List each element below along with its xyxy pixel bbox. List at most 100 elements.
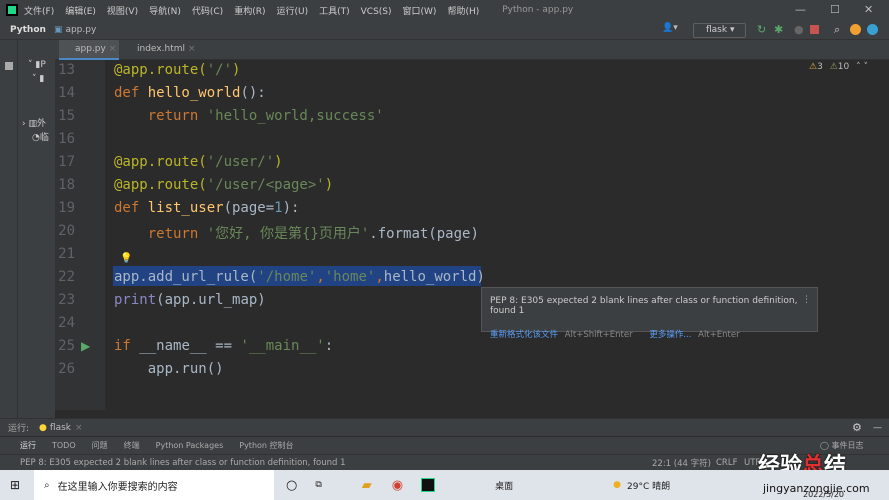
code-line[interactable]: @app.route('/user/<page>'): [114, 177, 333, 193]
desktop-toolbar[interactable]: 桌面: [495, 479, 513, 492]
line-number: 26: [58, 361, 75, 377]
code-token: @app.route(: [114, 177, 207, 193]
code-line[interactable]: return '您好, 你是第{}页用户'.format(page): [114, 223, 479, 243]
tree-item[interactable]: ˅ ▮: [32, 74, 44, 84]
menu-item[interactable]: 窗口(W): [403, 7, 437, 17]
menu-item[interactable]: 视图(V): [107, 7, 138, 17]
status-message: PEP 8: E305 expected 2 blank lines after…: [20, 457, 346, 468]
bottom-tab[interactable]: 问题: [92, 440, 108, 451]
inspection-widget[interactable]: ⚠3 ⚠10 ˄ ˅: [809, 62, 868, 72]
user-icon[interactable]: 👤▾: [662, 23, 678, 38]
taskbar-search[interactable]: ⌕ 在这里输入你要搜索的内容: [34, 470, 274, 500]
more-actions-link[interactable]: 更多操作...: [649, 330, 691, 340]
maximize-button[interactable]: ☐: [830, 3, 840, 16]
minimize-button[interactable]: —: [795, 3, 806, 16]
menu-item[interactable]: 帮助(H): [447, 7, 479, 17]
tooltip-message: PEP 8: E305 expected 2 blank lines after…: [490, 296, 798, 316]
tab-index-html[interactable]: index.html ×: [121, 40, 199, 60]
update-icon[interactable]: [850, 24, 861, 35]
lightbulb-icon[interactable]: 💡: [120, 253, 132, 264]
rerun-icon[interactable]: ↻: [757, 23, 766, 38]
line-number: 21: [58, 246, 75, 262]
code-token: (page=: [223, 200, 275, 216]
code-line[interactable]: if __name__ == '__main__':: [114, 338, 333, 354]
menu-bar: 文件(F) 编辑(E) 视图(V) 导航(N) 代码(C) 重构(R) 运行(U) 工具(T)…: [24, 4, 490, 17]
tree-item[interactable]: › ▥外: [22, 116, 46, 129]
code-token: return: [114, 108, 207, 124]
code-token: '/home': [257, 269, 317, 285]
code-token: list_user: [147, 200, 224, 216]
bottom-tab[interactable]: Python 控制台: [239, 440, 293, 451]
code-token: app.add_url_rule(: [114, 269, 258, 285]
coverage-icon[interactable]: ●: [794, 23, 804, 38]
menu-item[interactable]: VCS(S): [361, 7, 392, 17]
code-token: hello_world): [383, 269, 485, 285]
code-line[interactable]: def hello_world():: [114, 85, 266, 101]
code-token: 1: [274, 200, 283, 216]
code-token: @app.route(: [114, 154, 207, 170]
project-tool-icon[interactable]: [5, 62, 13, 70]
bottom-tab[interactable]: 运行: [20, 440, 36, 451]
code-token: if: [114, 338, 140, 354]
run-tab-flask[interactable]: flask: [50, 423, 71, 433]
code-token: ,: [316, 269, 325, 285]
line-number: 22: [58, 269, 75, 285]
menu-item[interactable]: 重构(R): [234, 7, 265, 17]
pycharm-taskbar-icon[interactable]: [421, 478, 436, 492]
menu-item[interactable]: 文件(F): [24, 7, 54, 17]
menu-item[interactable]: 代码(C): [192, 7, 223, 17]
tool-window-strip: [0, 40, 18, 418]
code-token: ): [232, 62, 241, 78]
breadcrumb-project[interactable]: Python: [10, 25, 46, 35]
menu-item[interactable]: 运行(U): [276, 7, 308, 17]
inspection-tooltip: PEP 8: E305 expected 2 blank lines after…: [481, 287, 818, 340]
code-token: ):: [282, 200, 300, 216]
bottom-tab[interactable]: TODO: [52, 441, 76, 450]
menu-item[interactable]: 编辑(E): [65, 7, 96, 17]
cortana-icon[interactable]: ○: [286, 478, 297, 493]
menu-item[interactable]: 导航(N): [149, 7, 181, 17]
bottom-tab[interactable]: Python Packages: [156, 441, 224, 450]
breadcrumb-file[interactable]: app.py: [65, 25, 96, 35]
line-separator[interactable]: CRLF: [716, 458, 737, 468]
tab-app-py[interactable]: app.py ×: [59, 40, 119, 60]
taskbar: ⊞ ⌕ 在这里输入你要搜索的内容 ○ ⧉ ▰ ◉ 桌面 ● 29°C 晴朗 jin…: [0, 470, 889, 500]
line-number-gutter: 13 14 15 16 17 18 19 20 21 22 23 24 25 26: [55, 60, 105, 410]
clock-date[interactable]: 2022/5/20: [803, 490, 844, 499]
pycharm-logo-icon: [6, 4, 18, 16]
code-token: hello_world: [147, 85, 241, 101]
more-options-icon[interactable]: ⋮: [802, 295, 811, 305]
debug-icon[interactable]: ✱: [774, 23, 783, 38]
settings-icon[interactable]: ⚙: [852, 421, 862, 434]
code-line[interactable]: app.run(): [114, 361, 224, 377]
code-token: return: [114, 226, 207, 242]
code-line[interactable]: print(app.url_map): [114, 292, 266, 308]
caret-position[interactable]: 22:1 (44 字符): [652, 457, 711, 469]
code-line[interactable]: return 'hello_world,success': [114, 108, 384, 124]
hide-icon[interactable]: —: [873, 423, 882, 433]
file-explorer-icon[interactable]: ▰: [362, 478, 372, 493]
weather-text[interactable]: 29°C 晴朗: [627, 479, 670, 492]
run-gutter-icon[interactable]: ▶: [81, 339, 90, 353]
run-config-dropdown[interactable]: flask ▾: [693, 23, 746, 38]
search-icon[interactable]: ⌕: [834, 23, 840, 38]
code-line[interactable]: @app.route('/'): [114, 62, 240, 78]
bottom-tab[interactable]: 终端: [124, 440, 140, 451]
close-button[interactable]: ✕: [864, 3, 873, 16]
code-line[interactable]: def list_user(page=1):: [114, 200, 299, 216]
windows-start-icon[interactable]: ⊞: [10, 478, 20, 492]
tree-item[interactable]: ◔临: [32, 130, 49, 143]
jetbrains-icon[interactable]: [867, 24, 878, 35]
code-line[interactable]: @app.route('/user/'): [114, 154, 283, 170]
task-view-icon[interactable]: ⧉: [315, 480, 321, 490]
chrome-icon[interactable]: ◉: [392, 478, 403, 493]
reformat-file-link[interactable]: 重新格式化该文件: [490, 330, 558, 340]
code-token: ): [274, 154, 283, 170]
line-number: 18: [58, 177, 75, 193]
line-number: 19: [58, 200, 75, 216]
stop-icon[interactable]: [810, 25, 819, 34]
code-line[interactable]: app.add_url_rule('/home','home',hello_wo…: [114, 269, 485, 285]
menu-item[interactable]: 工具(T): [319, 7, 350, 17]
tree-item[interactable]: ˅ ▮P: [28, 60, 46, 70]
line-number: 25: [58, 338, 75, 354]
